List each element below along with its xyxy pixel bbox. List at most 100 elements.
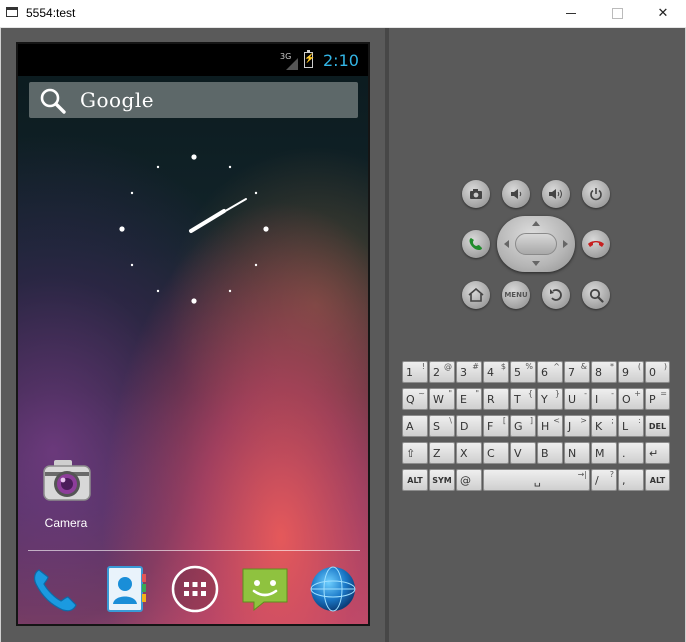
- key-l[interactable]: L:: [618, 415, 644, 437]
- menu-label: MENU: [504, 291, 528, 299]
- key-r[interactable]: R: [483, 388, 509, 410]
- clock-minute-hand: [190, 198, 247, 232]
- key-k[interactable]: K;: [591, 415, 617, 437]
- key-u[interactable]: U-: [564, 388, 590, 410]
- window-title: 5554:test: [26, 6, 76, 20]
- power-button[interactable]: [582, 180, 610, 208]
- app-camera-label: Camera: [44, 516, 88, 530]
- browser-icon[interactable]: [308, 564, 358, 614]
- close-icon: ✕: [657, 6, 669, 21]
- camera-button[interactable]: [462, 180, 490, 208]
- key-alt-right[interactable]: ALT: [645, 469, 670, 491]
- home-icon: [468, 288, 484, 302]
- key-6[interactable]: 6 ^: [537, 361, 563, 383]
- key-j[interactable]: J >: [564, 415, 590, 437]
- key-p[interactable]: P =: [645, 388, 670, 410]
- menu-button[interactable]: MENU: [502, 281, 530, 309]
- key-e[interactable]: E ": [456, 388, 482, 410]
- window-titlebar: 5554:test ✕: [0, 0, 686, 28]
- key-comma[interactable]: ,: [618, 469, 644, 491]
- key-f[interactable]: F[: [483, 415, 509, 437]
- battery-icon: [304, 50, 315, 68]
- key-q[interactable]: Q ~: [402, 388, 428, 410]
- search-label: Google: [80, 88, 155, 112]
- search-icon: [589, 288, 604, 303]
- key-slash[interactable]: /?: [591, 469, 617, 491]
- key-d[interactable]: D: [456, 415, 482, 437]
- key-sym[interactable]: SYM: [429, 469, 455, 491]
- dpad-right-icon[interactable]: [563, 240, 568, 248]
- dpad-down-icon[interactable]: [532, 261, 540, 266]
- camera-icon: [470, 189, 482, 199]
- key-enter[interactable]: ↵: [645, 442, 670, 464]
- messaging-icon[interactable]: [240, 564, 290, 614]
- hardware-keyboard: 1! 2 @ 3 # 4 $ 5% 6 ^ 7 & 8 * 9( 0) Q ~ W " E " R…: [402, 361, 670, 491]
- key-alt-left[interactable]: ALT: [402, 469, 428, 491]
- key-t[interactable]: T{: [510, 388, 536, 410]
- key-b[interactable]: B: [537, 442, 563, 464]
- key-o[interactable]: O +: [618, 388, 644, 410]
- search-icon: [40, 88, 66, 114]
- key-1[interactable]: 1!: [402, 361, 428, 383]
- key-z[interactable]: Z: [429, 442, 455, 464]
- key-m[interactable]: M: [591, 442, 617, 464]
- dpad-center-button[interactable]: [515, 233, 557, 255]
- device-screen[interactable]: 3G 2:10 Google: [16, 42, 370, 626]
- wallpaper: [18, 44, 368, 624]
- volume-down-button[interactable]: [502, 180, 530, 208]
- google-search-bar[interactable]: Google: [29, 82, 358, 118]
- app-camera[interactable]: Camera: [36, 458, 96, 534]
- minimize-icon: [566, 13, 576, 14]
- minimize-button[interactable]: [548, 0, 594, 27]
- dpad[interactable]: [497, 216, 575, 272]
- key-del[interactable]: DEL: [645, 415, 670, 437]
- key-w[interactable]: W ": [429, 388, 455, 410]
- maximize-icon: [611, 8, 623, 19]
- key-shift[interactable]: ⇧: [402, 442, 428, 464]
- end-call-button[interactable]: [582, 230, 610, 258]
- camera-icon: [43, 460, 91, 501]
- key-g[interactable]: G]: [510, 415, 536, 437]
- call-button[interactable]: [462, 230, 490, 258]
- window-app-icon: [6, 7, 18, 17]
- dpad-up-icon[interactable]: [532, 221, 540, 226]
- close-button[interactable]: ✕: [640, 0, 686, 27]
- key-4[interactable]: 4 $: [483, 361, 509, 383]
- key-n[interactable]: N: [564, 442, 590, 464]
- volume-up-button[interactable]: [542, 180, 570, 208]
- analog-clock-widget[interactable]: [114, 149, 274, 309]
- key-period[interactable]: .: [618, 442, 644, 464]
- contacts-icon[interactable]: [100, 564, 150, 614]
- call-icon: [469, 238, 482, 250]
- key-i[interactable]: I-: [591, 388, 617, 410]
- key-5[interactable]: 5%: [510, 361, 536, 383]
- key-x[interactable]: X: [456, 442, 482, 464]
- app-drawer-icon[interactable]: [170, 564, 220, 614]
- volume-down-icon: [511, 189, 522, 199]
- key-0[interactable]: 0): [645, 361, 670, 383]
- end-call-icon: [588, 241, 604, 247]
- maximize-button[interactable]: [594, 0, 640, 27]
- status-bar[interactable]: 3G 2:10: [18, 44, 368, 76]
- key-c[interactable]: C: [483, 442, 509, 464]
- home-button[interactable]: [462, 281, 490, 309]
- back-icon: [550, 289, 562, 301]
- key-7[interactable]: 7 &: [564, 361, 590, 383]
- key-3[interactable]: 3 #: [456, 361, 482, 383]
- signal-3g-icon: 3G: [280, 52, 298, 70]
- key-a[interactable]: A: [402, 415, 428, 437]
- key-2[interactable]: 2 @: [429, 361, 455, 383]
- volume-up-icon: [549, 189, 562, 199]
- dpad-left-icon[interactable]: [504, 240, 509, 248]
- back-button[interactable]: [542, 281, 570, 309]
- key-9[interactable]: 9(: [618, 361, 644, 383]
- search-button[interactable]: [582, 281, 610, 309]
- key-at[interactable]: @: [456, 469, 482, 491]
- key-s[interactable]: S \: [429, 415, 455, 437]
- key-y[interactable]: Y}: [537, 388, 563, 410]
- key-8[interactable]: 8 *: [591, 361, 617, 383]
- key-h[interactable]: H <: [537, 415, 563, 437]
- phone-icon[interactable]: [29, 564, 79, 614]
- key-v[interactable]: V: [510, 442, 536, 464]
- key-space[interactable]: ␣ →|: [483, 469, 590, 491]
